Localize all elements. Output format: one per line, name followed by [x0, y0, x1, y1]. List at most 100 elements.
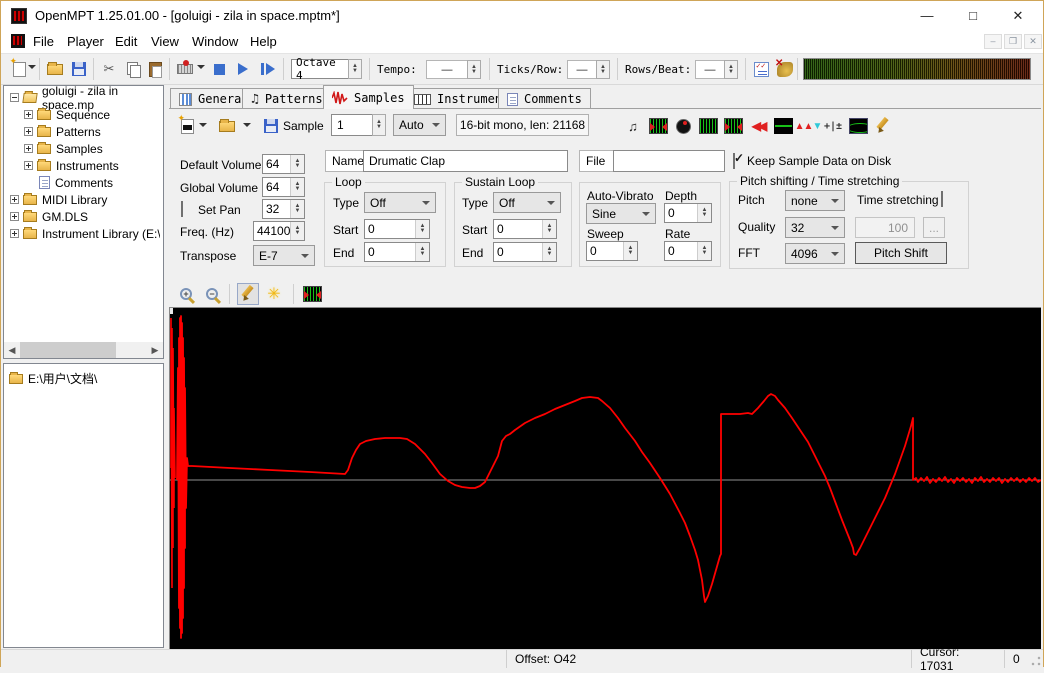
sample-name-input[interactable]: Drumatic Clap: [363, 150, 568, 172]
stop-button[interactable]: [209, 59, 229, 79]
loop-end-input[interactable]: 0: [364, 242, 430, 262]
spinner[interactable]: [290, 222, 304, 240]
spinner[interactable]: [290, 155, 304, 173]
octave-input[interactable]: Octave 4: [291, 59, 349, 79]
expand-icon[interactable]: [24, 127, 33, 136]
play-from-cursor-button[interactable]: [257, 59, 277, 79]
spinner[interactable]: [290, 178, 304, 196]
sign-convert-button[interactable]: +|±: [823, 116, 843, 136]
scroll-thumb[interactable]: [20, 342, 116, 358]
mdi-minimize-button[interactable]: –: [984, 34, 1002, 49]
paste-button[interactable]: [145, 59, 165, 79]
tree-item-instruments[interactable]: Instruments: [24, 157, 119, 174]
menu-window[interactable]: Window: [190, 34, 240, 52]
stretch-amount-input[interactable]: 100: [855, 217, 915, 238]
zoom-out-button[interactable]: −: [201, 283, 223, 305]
quality-dropdown[interactable]: 32: [785, 217, 845, 238]
maximize-button[interactable]: □: [956, 5, 990, 27]
rows-beat-spinner[interactable]: [724, 60, 738, 79]
vibrato-depth-input[interactable]: 0: [664, 203, 712, 223]
expand-icon[interactable]: [24, 144, 33, 153]
generate-tool-button[interactable]: ✳: [263, 283, 285, 305]
tempo-spinner[interactable]: [467, 60, 481, 79]
expand-icon[interactable]: [10, 195, 19, 204]
expand-icon[interactable]: [10, 212, 19, 221]
sample-index-spinner[interactable]: [372, 114, 386, 136]
spinner[interactable]: [415, 220, 429, 238]
spinner[interactable]: [415, 243, 429, 261]
expand-icon[interactable]: [10, 229, 19, 238]
resize-grip[interactable]: [1030, 655, 1042, 667]
tree-item-samples[interactable]: Samples: [24, 140, 103, 157]
spinner[interactable]: [542, 243, 556, 261]
tree-item-module[interactable]: goluigi - zila in space.mp: [10, 89, 163, 106]
new-sample-button[interactable]: [177, 116, 197, 136]
file-name-input[interactable]: [613, 150, 725, 172]
silence-button[interactable]: [773, 116, 793, 136]
vibrato-sweep-input[interactable]: 0: [586, 241, 638, 261]
panic-button[interactable]: [775, 59, 795, 79]
tree-item-midi-library[interactable]: MIDI Library: [10, 191, 107, 208]
ticks-row-spinner[interactable]: [596, 60, 610, 79]
reverse-button[interactable]: ◀◀: [748, 116, 768, 136]
rows-beat-input[interactable]: —: [695, 60, 725, 79]
scroll-left-icon[interactable]: ◀: [4, 342, 20, 358]
menu-view[interactable]: View: [149, 34, 181, 52]
close-button[interactable]: ✕: [1001, 5, 1035, 27]
play-button[interactable]: [233, 59, 253, 79]
mdi-close-button[interactable]: ✕: [1024, 34, 1042, 49]
sustain-type-dropdown[interactable]: Off: [493, 192, 561, 213]
dc-removal-button[interactable]: [698, 116, 718, 136]
library-path-item[interactable]: E:\用户\文档\: [9, 370, 97, 387]
autotune-button[interactable]: [848, 116, 868, 136]
set-pan-input[interactable]: 32: [262, 199, 305, 219]
time-stretching-checkbox[interactable]: [941, 191, 943, 207]
draw-button[interactable]: [873, 116, 893, 136]
menu-file[interactable]: File: [31, 34, 56, 52]
menu-help[interactable]: Help: [248, 34, 279, 52]
new-file-dropdown[interactable]: [28, 65, 36, 69]
stretch-button[interactable]: [723, 116, 743, 136]
loop-start-input[interactable]: 0: [364, 219, 430, 239]
tab-samples[interactable]: Samples: [323, 85, 414, 109]
tree-item-gmdls[interactable]: GM.DLS: [10, 208, 88, 225]
tree-hscrollbar[interactable]: ◀ ▶: [4, 342, 163, 358]
play-note-button[interactable]: ♫: [623, 116, 643, 136]
frequency-input[interactable]: 44100: [253, 221, 305, 241]
new-file-button[interactable]: [9, 59, 29, 79]
normalize-button[interactable]: [648, 116, 668, 136]
expand-icon[interactable]: [24, 161, 33, 170]
spinner[interactable]: [697, 204, 711, 222]
spinner[interactable]: [542, 220, 556, 238]
tree-item-sequence[interactable]: Sequence: [24, 106, 110, 123]
tab-comments[interactable]: Comments: [498, 88, 591, 109]
pattern-settings-button[interactable]: [751, 59, 771, 79]
spinner[interactable]: [697, 242, 711, 260]
octave-spinner[interactable]: [348, 59, 362, 79]
save-button[interactable]: [69, 59, 89, 79]
tree-item-instrument-library[interactable]: Instrument Library (E:\用: [10, 225, 160, 242]
save-sample-button[interactable]: [261, 116, 281, 136]
tab-patterns[interactable]: ♫ Patterns: [242, 88, 332, 109]
default-volume-input[interactable]: 64: [262, 154, 305, 174]
sustain-end-input[interactable]: 0: [493, 242, 557, 262]
sample-index-input[interactable]: 1: [331, 114, 373, 136]
collapse-icon[interactable]: [10, 93, 19, 102]
amplify-button[interactable]: [673, 116, 693, 136]
metronome-dropdown[interactable]: [197, 65, 205, 69]
spinner[interactable]: [290, 200, 304, 218]
keep-on-disk-checkbox[interactable]: [733, 153, 735, 169]
vibrato-type-dropdown[interactable]: Sine: [586, 203, 656, 224]
spinner[interactable]: [623, 242, 637, 260]
open-button[interactable]: [45, 59, 65, 79]
tempo-input[interactable]: —: [426, 60, 468, 79]
fft-dropdown[interactable]: 4096: [785, 243, 845, 264]
tree-item-patterns[interactable]: Patterns: [24, 123, 101, 140]
set-pan-checkbox[interactable]: [181, 201, 183, 217]
new-sample-dropdown[interactable]: [199, 123, 207, 127]
loop-type-dropdown[interactable]: Off: [364, 192, 436, 213]
menu-player[interactable]: Player: [65, 34, 106, 52]
mdi-restore-button[interactable]: ❐: [1004, 34, 1022, 49]
copy-button[interactable]: [123, 59, 143, 79]
global-volume-input[interactable]: 64: [262, 177, 305, 197]
